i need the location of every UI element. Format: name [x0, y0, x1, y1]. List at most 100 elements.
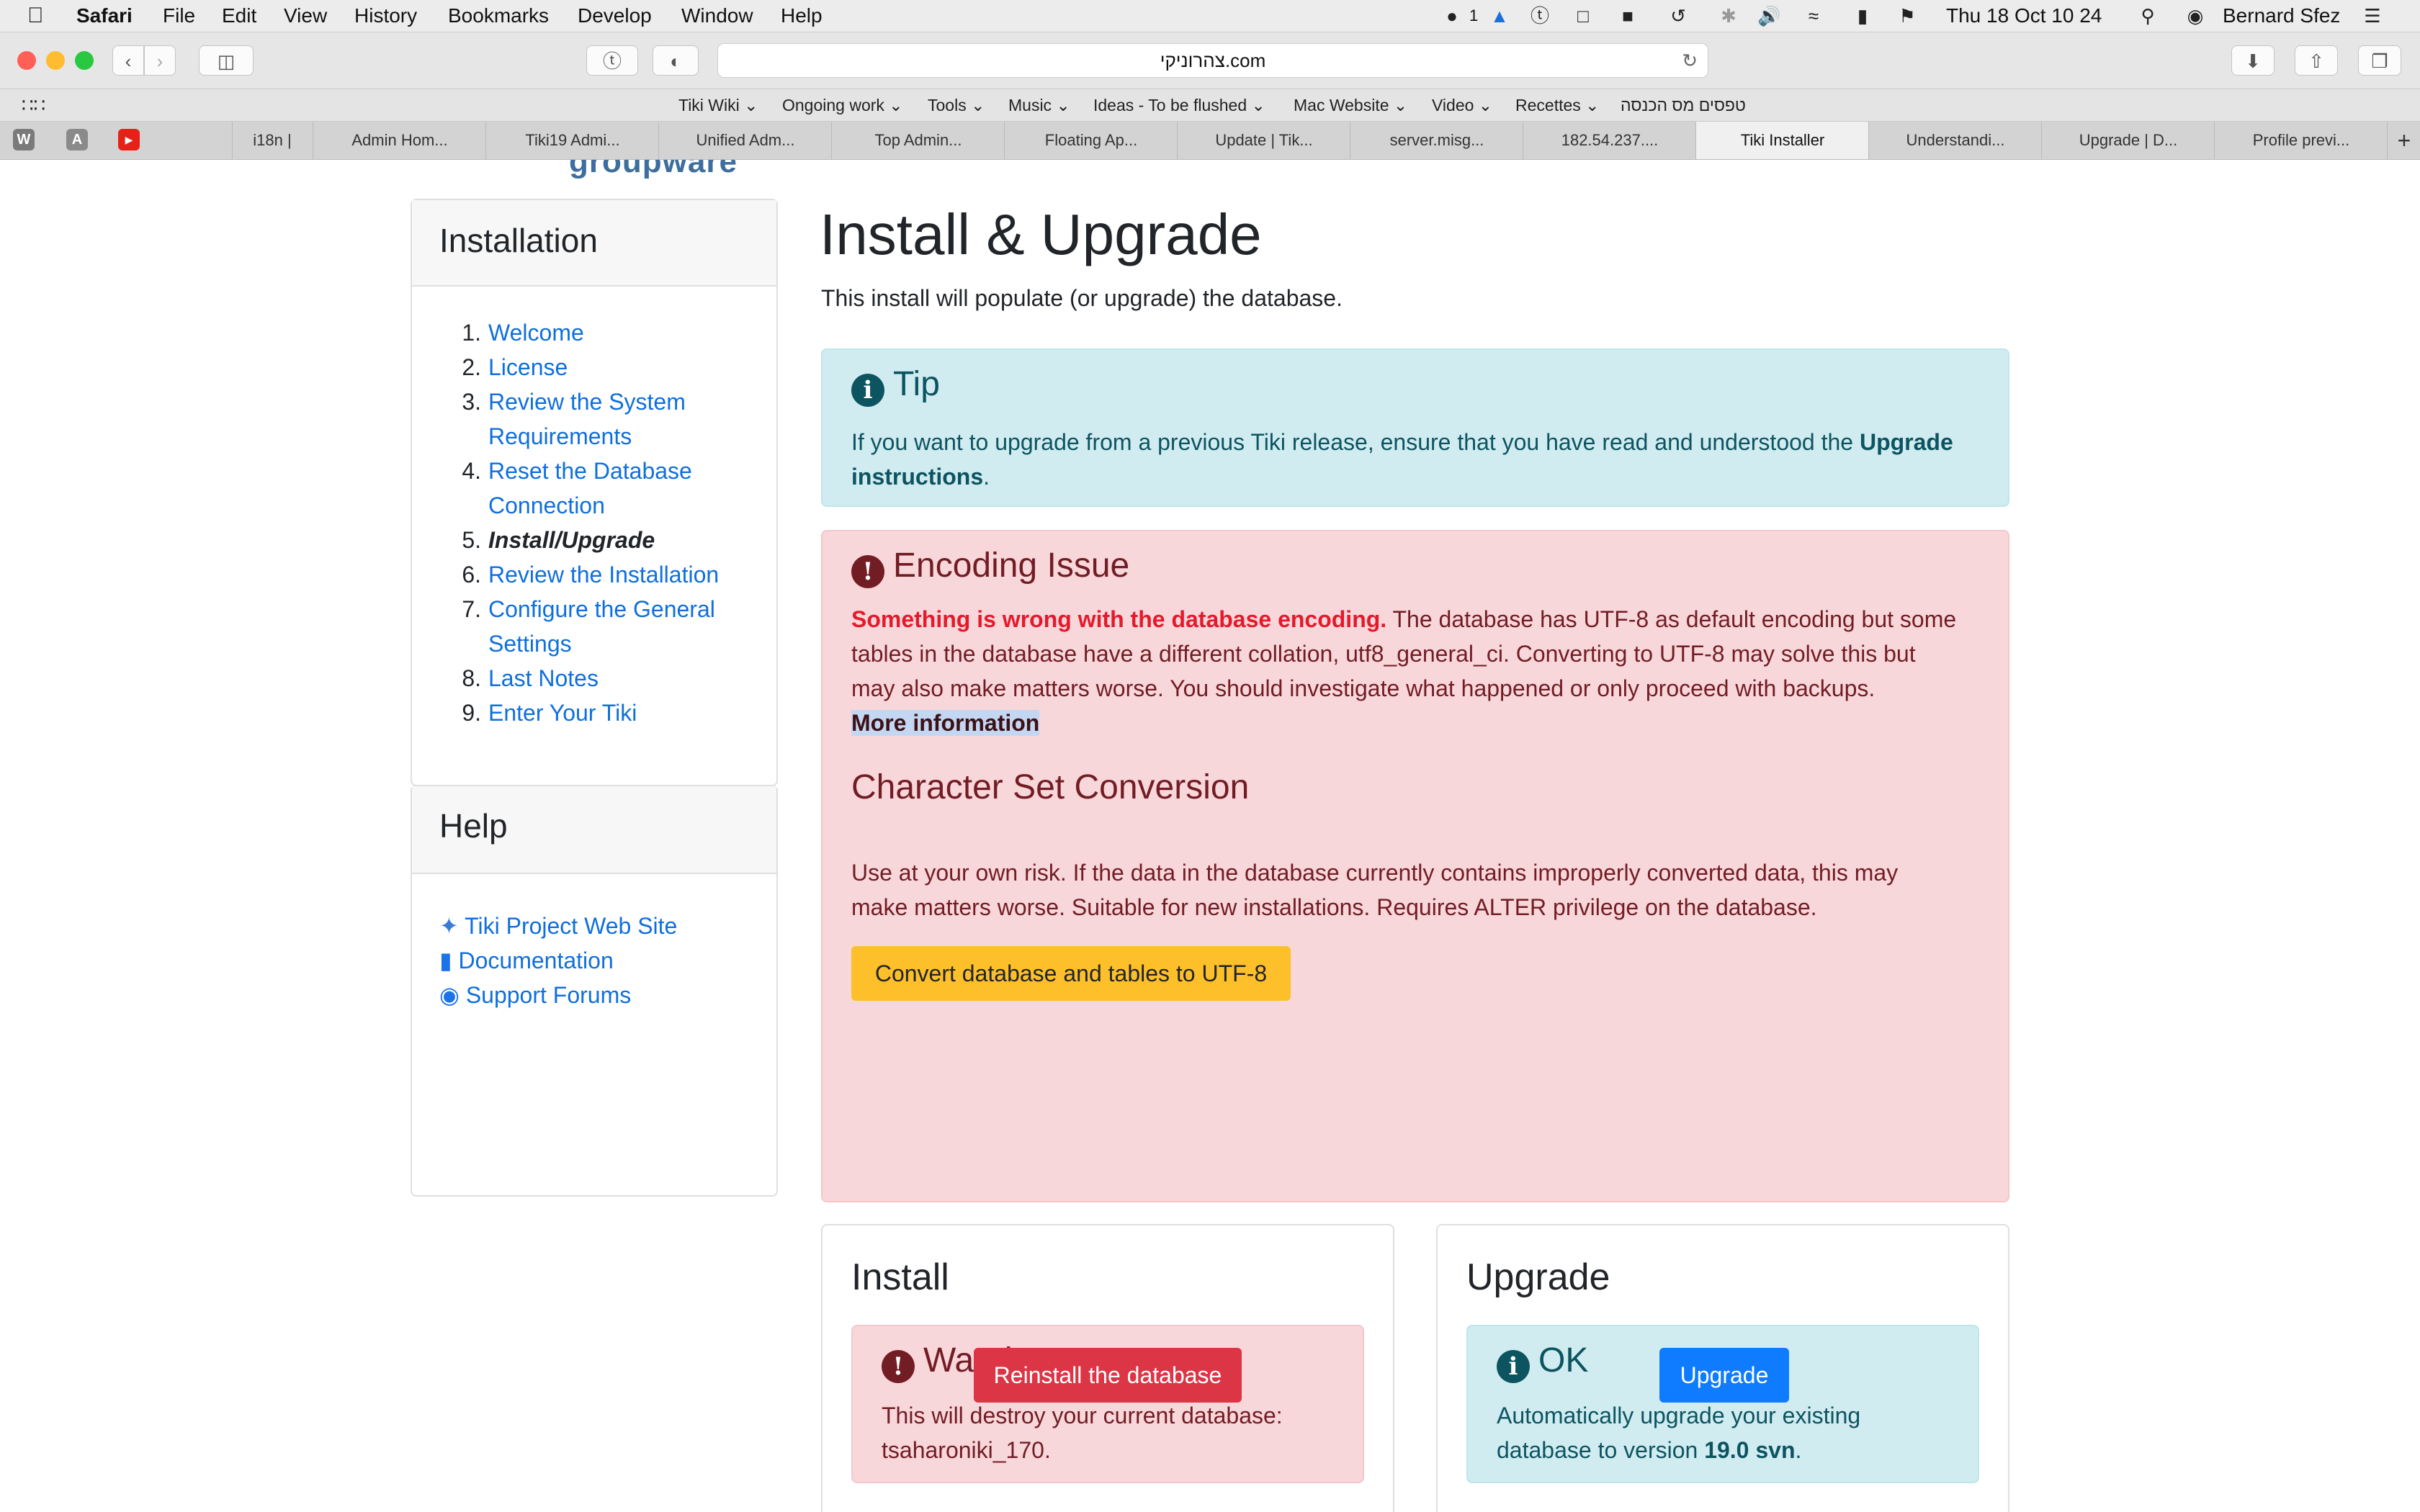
menu-history[interactable]: History [354, 0, 417, 32]
menu-develop[interactable]: Develop [578, 0, 652, 32]
tip-alert: i Tip If you want to upgrade from a previ… [821, 348, 2009, 507]
extension-button[interactable]: ◐ [653, 45, 699, 76]
notification-count: 1 [1469, 6, 1479, 24]
menu-bookmarks[interactable]: Bookmarks [448, 0, 549, 32]
page-title: Install & Upgrade [820, 202, 1262, 266]
pinned-tab-wikipedia[interactable]: W [13, 129, 35, 150]
step-reset-db-connection[interactable]: 4. Reset the Database Connection [462, 454, 769, 523]
pinned-tab-a[interactable]: A [66, 129, 88, 150]
chat-icon[interactable]: ■ [1616, 4, 1639, 27]
web-page: groupware Installation 1. Welcome 2. Licen… [0, 160, 2420, 1512]
ok-text: Automatically upgrade your existing datab… [1497, 1403, 1861, 1463]
volume-icon[interactable]: 🔊 [1757, 4, 1780, 27]
tip-text: If you want to upgrade from a previous T… [851, 429, 1953, 490]
comments-icon: ◉ [439, 982, 460, 1008]
encoding-title: ! Encoding Issue [851, 544, 1129, 588]
app-status-icon[interactable]: ▲ [1488, 4, 1511, 27]
us-flag-icon[interactable]: ⚑ [1896, 4, 1919, 27]
bookmark-tax-forms[interactable]: טפסים מס הכנסה [1621, 89, 1746, 121]
pinned-tab-youtube[interactable]: ▶ [118, 129, 140, 150]
zoom-window-button[interactable] [75, 51, 94, 70]
step-configure-settings[interactable]: 7. Configure the General Settings [462, 592, 769, 661]
menu-app-name[interactable]: Safari [76, 0, 133, 32]
tab-item[interactable]: Top Admin... [831, 122, 1005, 159]
menu-help[interactable]: Help [781, 0, 823, 32]
tab-item[interactable]: Floating Ap... [1004, 122, 1178, 159]
sidebar-toggle-button[interactable]: ◫ [199, 45, 254, 76]
convert-utf8-button[interactable]: Convert database and tables to UTF-8 [851, 946, 1291, 1001]
step-welcome[interactable]: 1. Welcome [462, 315, 769, 350]
bookmark-folder-ongoing-work[interactable]: Ongoing work ⌄ [782, 89, 903, 121]
bookmark-folder-mac-website[interactable]: Mac Website ⌄ [1294, 89, 1407, 121]
battery-icon[interactable]: ▮ [1851, 4, 1874, 27]
tab-item[interactable]: Upgrade | D... [2041, 122, 2215, 159]
exclamation-icon: ! [851, 555, 884, 588]
tab-item[interactable]: Profile previ... [2214, 122, 2388, 159]
charset-conversion-title: Character Set Conversion [851, 768, 1250, 806]
share-button[interactable]: ⇧ [2295, 45, 2338, 76]
menu-view[interactable]: View [284, 0, 327, 32]
address-bar[interactable]: צהרוניקי.com ↻ [717, 43, 1708, 78]
user-avatar-icon[interactable]: ◉ [2184, 4, 2207, 27]
tab-item-active[interactable]: Tiki Installer [1695, 122, 1869, 159]
bluetooth-icon[interactable]: ✱ [1717, 4, 1740, 27]
installation-heading: Installation [412, 200, 776, 287]
help-link-documentation[interactable]: ▮ Documentation [439, 943, 677, 978]
tab-item[interactable]: 182.54.237.... [1523, 122, 1696, 159]
downloads-button[interactable]: ⬇ [2231, 45, 2275, 76]
minimize-window-button[interactable] [46, 51, 65, 70]
tab-item[interactable]: Unified Adm... [658, 122, 832, 159]
onepassword-extension-button[interactable]: ⓣ [586, 45, 638, 76]
step-license[interactable]: 2. License [462, 350, 769, 384]
tab-item[interactable]: Update | Tik... [1177, 122, 1350, 159]
step-last-notes[interactable]: 8. Last Notes [462, 661, 769, 696]
notification-center-icon[interactable]: ☰ [2361, 4, 2384, 27]
user-name[interactable]: Bernard Sfez [2223, 0, 2340, 32]
time-machine-icon[interactable]: ↺ [1667, 4, 1690, 27]
notification-avatar-icon[interactable]: ● [1440, 4, 1464, 27]
menu-edit[interactable]: Edit [222, 0, 256, 32]
tab-item[interactable]: Admin Hom... [313, 122, 486, 159]
tab-item[interactable]: server.misg... [1350, 122, 1523, 159]
tab-item[interactable]: Understandi... [1868, 122, 2042, 159]
bookmark-folder-recettes[interactable]: Recettes ⌄ [1515, 89, 1599, 121]
new-tab-button[interactable]: + [2387, 122, 2420, 159]
apple-menu-icon[interactable]:  [27, 0, 44, 32]
onepassword-icon[interactable]: ⓣ [1528, 4, 1551, 27]
help-heading: Help [412, 786, 776, 874]
bookmark-folder-tiki-wiki[interactable]: Tiki Wiki ⌄ [678, 89, 758, 121]
tab-overview-button[interactable]: ❐ [2358, 45, 2401, 76]
bookmark-folder-music[interactable]: Music ⌄ [1008, 89, 1070, 121]
menu-file[interactable]: File [163, 0, 195, 32]
menu-window[interactable]: Window [681, 0, 753, 32]
step-enter-tiki[interactable]: 9. Enter Your Tiki [462, 696, 769, 730]
bookmarks-bar: ∷∷ Tiki Wiki ⌄ Ongoing work ⌄ Tools ⌄ Mu… [0, 89, 2420, 122]
help-link-tiki-site[interactable]: ✦ Tiki Project Web Site [439, 909, 677, 943]
help-link-forums[interactable]: ◉ Support Forums [439, 978, 677, 1012]
install-heading: Install [851, 1256, 949, 1298]
help-card: Help ✦ Tiki Project Web Site ▮ Documenta… [411, 785, 778, 1197]
step-review-installation[interactable]: 6. Review the Installation [462, 557, 769, 592]
forward-button[interactable]: › [144, 45, 176, 76]
browser-toolbar: ‹ › ◫ ⓣ ◐ צהרוניקי.com ↻ ⬇ ⇧ ❐ [0, 32, 2420, 89]
bookmark-folder-tools[interactable]: Tools ⌄ [928, 89, 985, 121]
tab-bar: W A ▶ i18n | Admin Hom... Tiki19 Admi...… [0, 122, 2420, 160]
spotlight-search-icon[interactable]: ⚲ [2136, 4, 2159, 27]
close-window-button[interactable] [17, 51, 36, 70]
tab-item[interactable]: Tiki19 Admi... [485, 122, 659, 159]
back-button[interactable]: ‹ [112, 45, 144, 76]
step-system-requirements[interactable]: 3. Review the System Requirements [462, 384, 769, 454]
more-information-link[interactable]: More information [851, 710, 1040, 736]
top-sites-grid-icon[interactable]: ∷∷ [22, 89, 45, 121]
bookmark-folder-ideas[interactable]: Ideas - To be flushed ⌄ [1093, 89, 1265, 121]
clock[interactable]: Thu 18 Oct 10 24 [1946, 0, 2102, 32]
menu-bar:  Safari File Edit View History Bookmark… [0, 0, 2420, 32]
bookmark-folder-video[interactable]: Video ⌄ [1432, 89, 1492, 121]
reinstall-database-button[interactable]: Reinstall the database [974, 1348, 1242, 1403]
tab-item[interactable]: i18n | [232, 122, 312, 159]
reload-icon[interactable]: ↻ [1682, 44, 1698, 77]
upgrade-button[interactable]: Upgrade [1659, 1348, 1789, 1403]
package-icon[interactable]: □ [1572, 4, 1595, 27]
help-links: ✦ Tiki Project Web Site ▮ Documentation … [439, 909, 677, 1012]
wifi-icon[interactable]: ≈ [1802, 4, 1825, 27]
